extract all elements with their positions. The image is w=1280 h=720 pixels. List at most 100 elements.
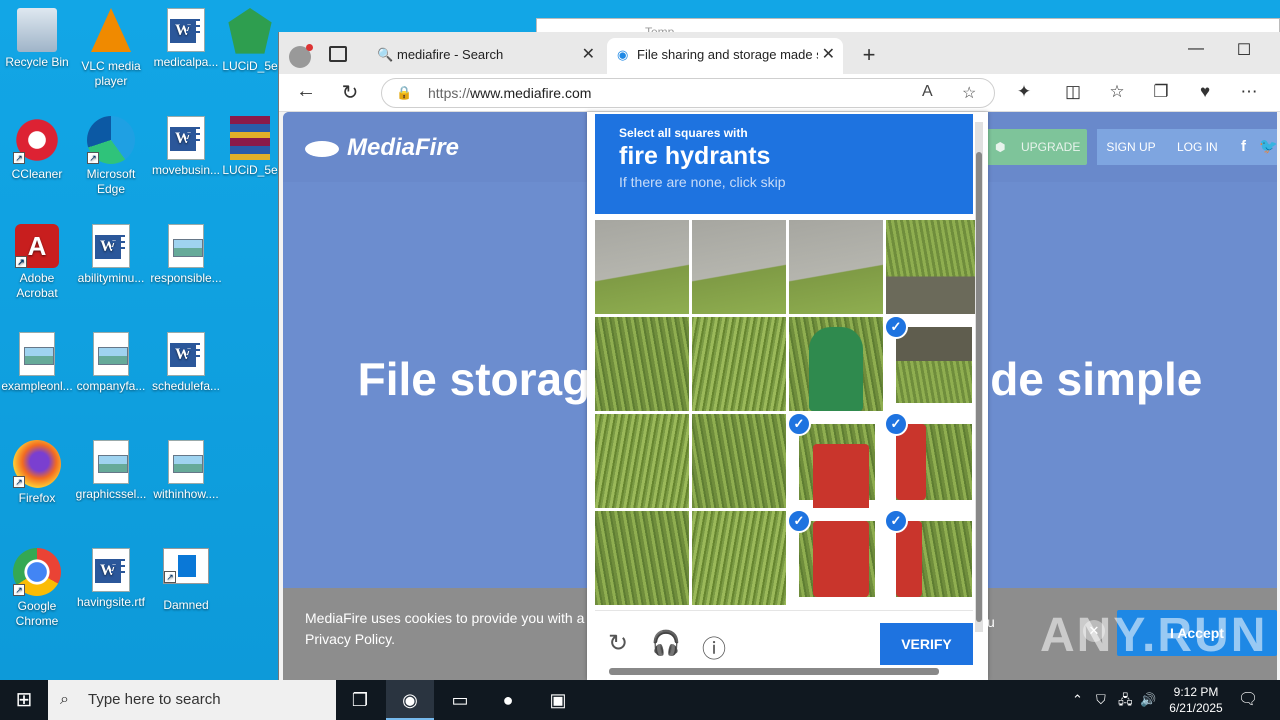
desktop-icon-damned[interactable]: ↗ Damned (150, 548, 222, 613)
url-scheme: https:// (428, 85, 471, 101)
desktop-icon-lucid-2[interactable]: LUCiD_5e (222, 116, 278, 178)
vlc-cone-icon (91, 8, 131, 52)
search-icon: ⌕ (60, 691, 69, 708)
collections-icon[interactable]: ❐ (1149, 82, 1173, 102)
desktop-icon-label: Recycle Bin (5, 55, 69, 69)
split-screen-icon[interactable]: ◫ (1061, 82, 1085, 102)
captcha-tile-selected[interactable]: ✓ (789, 414, 883, 508)
desktop-icon-movebusin[interactable]: W movebusin... (150, 116, 222, 178)
captcha-tile[interactable] (789, 317, 883, 411)
system-clock[interactable]: 9:12 PM 6/21/2025 (1156, 684, 1236, 716)
captcha-vertical-scrollbar[interactable] (975, 122, 983, 632)
captcha-horizontal-scrollbar[interactable] (599, 668, 969, 676)
refresh-challenge-icon[interactable]: ↻ (603, 629, 633, 658)
captcha-footer: ↻ 🎧 ⓘ VERIFY (595, 610, 973, 674)
more-menu-icon[interactable]: ⋯ (1237, 82, 1261, 102)
back-arrow-icon[interactable]: ← (291, 80, 321, 103)
new-tab-icon[interactable]: + (857, 42, 881, 68)
desktop-icon-label: Damned (163, 598, 209, 612)
taskbar-firefox-icon[interactable]: ● (484, 680, 532, 720)
mediafire-logo[interactable]: MediaFire (305, 134, 459, 162)
word-doc-icon: W (167, 332, 205, 376)
desktop-icon-abilityminu[interactable]: W abilityminu... (75, 224, 147, 286)
upgrade-button[interactable]: ⬢ UPGRADE (985, 129, 1087, 165)
captcha-tile[interactable] (789, 220, 883, 314)
tab-mediafire[interactable]: ◉ File sharing and storage made sin ✕ (607, 38, 843, 74)
desktop-icon-graphicssel[interactable]: graphicssel... (75, 440, 147, 502)
signup-button[interactable]: SIGN UP (1097, 129, 1165, 165)
captcha-tile-selected[interactable]: ✓ (886, 317, 980, 411)
desktop-icon-firefox[interactable]: ↗ Firefox (1, 440, 73, 506)
refresh-icon[interactable]: ↻ (335, 80, 365, 105)
url-field[interactable]: 🔒 https://www.mediafire.com A ☆ (381, 78, 995, 108)
verify-button[interactable]: VERIFY (880, 623, 973, 665)
captcha-tile[interactable] (886, 220, 980, 314)
twitter-icon[interactable]: 🐦 (1259, 129, 1277, 165)
captcha-tile[interactable] (595, 511, 689, 605)
desktop-icon-exampleonl[interactable]: exampleonl... (1, 332, 73, 394)
taskbar: ⊞ ⌕ Type here to search ❐ ◉ ▭ ● ▣ ⌃ ⛉ 🖧 … (0, 680, 1280, 720)
desktop-icon-label: CCleaner (11, 167, 63, 181)
desktop-icon-responsible[interactable]: responsible... (150, 224, 222, 286)
security-tray-icon[interactable]: ⛉ (1096, 680, 1106, 720)
read-aloud-icon[interactable]: A (922, 83, 933, 101)
captcha-tile[interactable] (595, 220, 689, 314)
address-bar-row: ← ↻ 🔒 https://www.mediafire.com A ☆ ✦ ◫ … (279, 74, 1280, 112)
audio-challenge-icon[interactable]: 🎧 (651, 629, 681, 658)
captcha-tile[interactable] (692, 511, 786, 605)
desktop-icon-adobe-acrobat[interactable]: A ↗ Adobe Acrobat (1, 224, 73, 301)
tab-mediafire-search[interactable]: 🔍 mediafire - Search ✕ (367, 38, 603, 74)
desktop-icon-microsoft-edge[interactable]: ↗ Microsoft Edge (75, 116, 147, 197)
network-icon[interactable]: 🖧 (1118, 680, 1133, 720)
word-doc-icon: W (167, 8, 205, 52)
desktop-icon-schedulefa[interactable]: W schedulefa... (150, 332, 222, 394)
captcha-tile[interactable] (692, 317, 786, 411)
desktop-icon-companyfa[interactable]: companyfa... (75, 332, 147, 394)
favorites-icon[interactable]: ☆ (1105, 82, 1129, 102)
captcha-tile[interactable] (692, 414, 786, 508)
windows-start-icon[interactable]: ⊞ (0, 680, 48, 720)
clock-date: 6/21/2025 (1169, 701, 1223, 715)
show-hidden-icons-icon[interactable]: ⌃ (1072, 680, 1083, 720)
close-tab-icon[interactable]: ✕ (817, 38, 835, 72)
profile-icon[interactable] (289, 44, 313, 68)
captcha-tile[interactable] (595, 414, 689, 508)
task-view-icon[interactable]: ❐ (336, 680, 384, 720)
desktop-icon-vlc[interactable]: VLC media player (75, 8, 147, 89)
volume-icon[interactable]: 🔊 (1140, 680, 1156, 720)
file-explorer-icon[interactable]: ▭ (436, 680, 484, 720)
login-button[interactable]: LOG IN f 🐦 (1165, 129, 1277, 165)
maximize-icon[interactable]: ☐ (1229, 40, 1259, 60)
taskbar-edge-icon[interactable]: ◉ (386, 680, 434, 720)
desktop-icon-havingsite[interactable]: W havingsite.rtf (75, 548, 147, 610)
captcha-tile-selected[interactable]: ✓ (886, 414, 980, 508)
browser-essentials-icon[interactable]: ♥ (1193, 82, 1217, 102)
extensions-icon[interactable]: ✦ (1012, 82, 1036, 102)
green-hydrant (809, 327, 863, 411)
captcha-tile-selected[interactable]: ✓ (886, 511, 980, 605)
winrar-archive-icon (230, 116, 270, 160)
desktop-icon-withinhow[interactable]: withinhow.... (150, 440, 222, 502)
close-tab-icon[interactable]: ✕ (582, 38, 595, 72)
desktop-icon-label: abilityminu... (77, 271, 145, 285)
taskbar-app-window-icon[interactable]: ▣ (534, 680, 582, 720)
minimize-icon[interactable]: — (1181, 40, 1211, 58)
desktop-icon-lucid-1[interactable]: LUCiD_5e (222, 8, 278, 74)
facebook-icon[interactable]: f (1241, 129, 1246, 165)
favorite-star-icon[interactable]: ☆ (962, 83, 976, 103)
tab-actions-icon[interactable] (329, 46, 347, 62)
taskbar-search-box[interactable]: ⌕ Type here to search (48, 680, 336, 720)
edge-icon: ↗ (87, 116, 135, 164)
desktop-icon-ccleaner[interactable]: ↗ CCleaner (1, 116, 73, 182)
desktop-icon-google-chrome[interactable]: ↗ Google Chrome (1, 548, 73, 629)
captcha-tile[interactable] (692, 220, 786, 314)
logo-text: MediaFire (347, 134, 460, 161)
notifications-icon[interactable]: 🗨 (1238, 680, 1258, 720)
hcaptcha-challenge: Select all squares with fire hydrants If… (587, 112, 988, 680)
desktop-icon-medicalpa[interactable]: W medicalpa... (150, 8, 222, 70)
desktop-icon-recycle-bin[interactable]: Recycle Bin (1, 8, 73, 70)
info-icon[interactable]: ⓘ (699, 629, 729, 664)
captcha-tile-selected[interactable]: ✓ (789, 511, 883, 605)
captcha-tile[interactable] (595, 317, 689, 411)
desktop-icon-label: VLC media player (81, 59, 141, 88)
